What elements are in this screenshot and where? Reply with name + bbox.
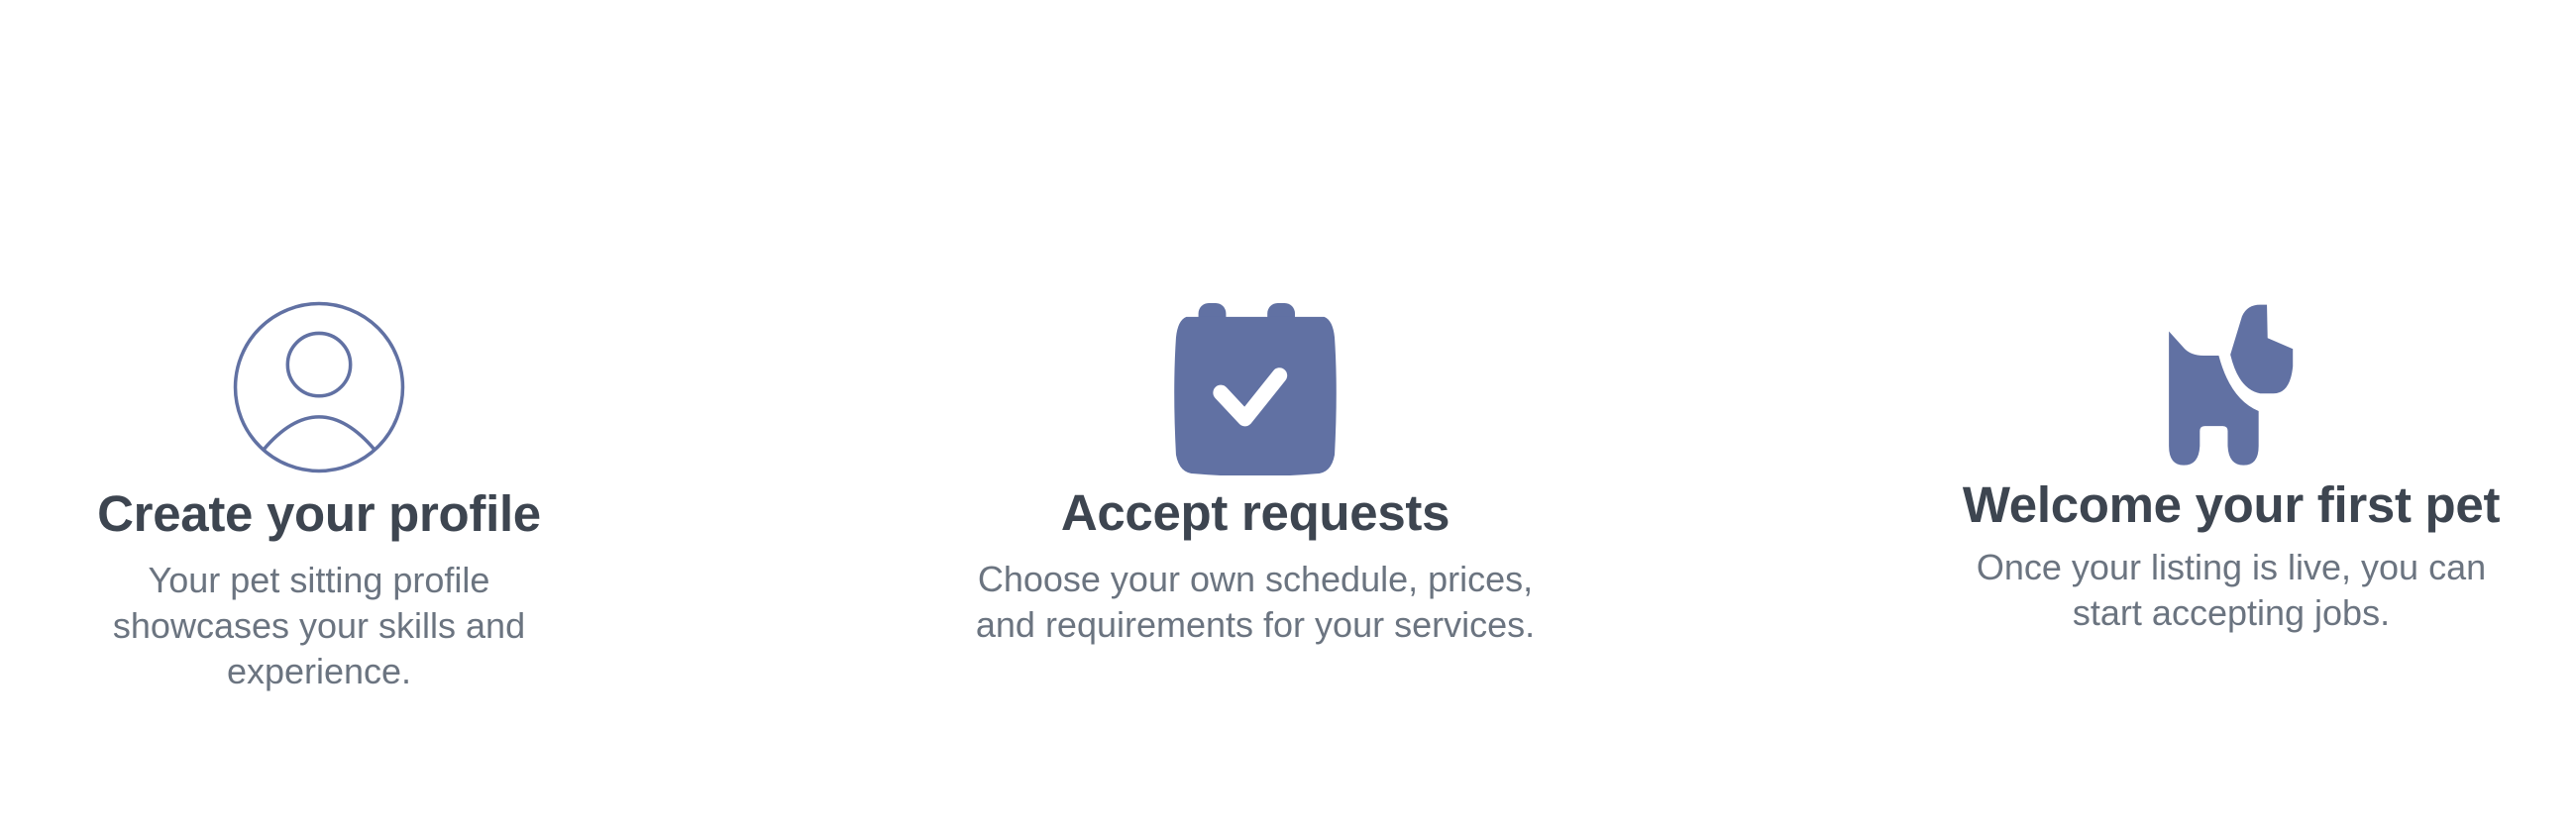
user-circle-icon xyxy=(233,301,405,473)
step-welcome-pet: Welcome your first pet Once your listing… xyxy=(1884,303,2576,636)
description-line: start accepting jobs. xyxy=(2072,592,2391,633)
step-accept-requests: Accept requests Choose your own schedule… xyxy=(909,303,1602,648)
description-line: Once your listing is live, you can xyxy=(1976,547,2487,587)
step-create-profile: Create your profile Your pet sitting pro… xyxy=(0,300,666,694)
step-title: Create your profile xyxy=(97,485,541,542)
step-description: Choose your own schedule, prices, and re… xyxy=(909,557,1602,648)
step-description: Your pet sitting profile showcases your … xyxy=(0,558,666,694)
description-line: showcases your skills and xyxy=(112,605,526,646)
description-line: experience. xyxy=(226,651,412,691)
description-line: and requirements for your services. xyxy=(975,604,1536,645)
calendar-check-icon xyxy=(1174,303,1337,475)
step-description: Once your listing is live, you can start… xyxy=(1884,545,2576,636)
description-line: Choose your own schedule, prices, xyxy=(977,559,1534,599)
step-title: Welcome your first pet xyxy=(1962,476,2501,533)
step-title: Accept requests xyxy=(1060,484,1450,541)
dog-icon xyxy=(2169,304,2294,466)
description-line: Your pet sitting profile xyxy=(148,560,490,600)
